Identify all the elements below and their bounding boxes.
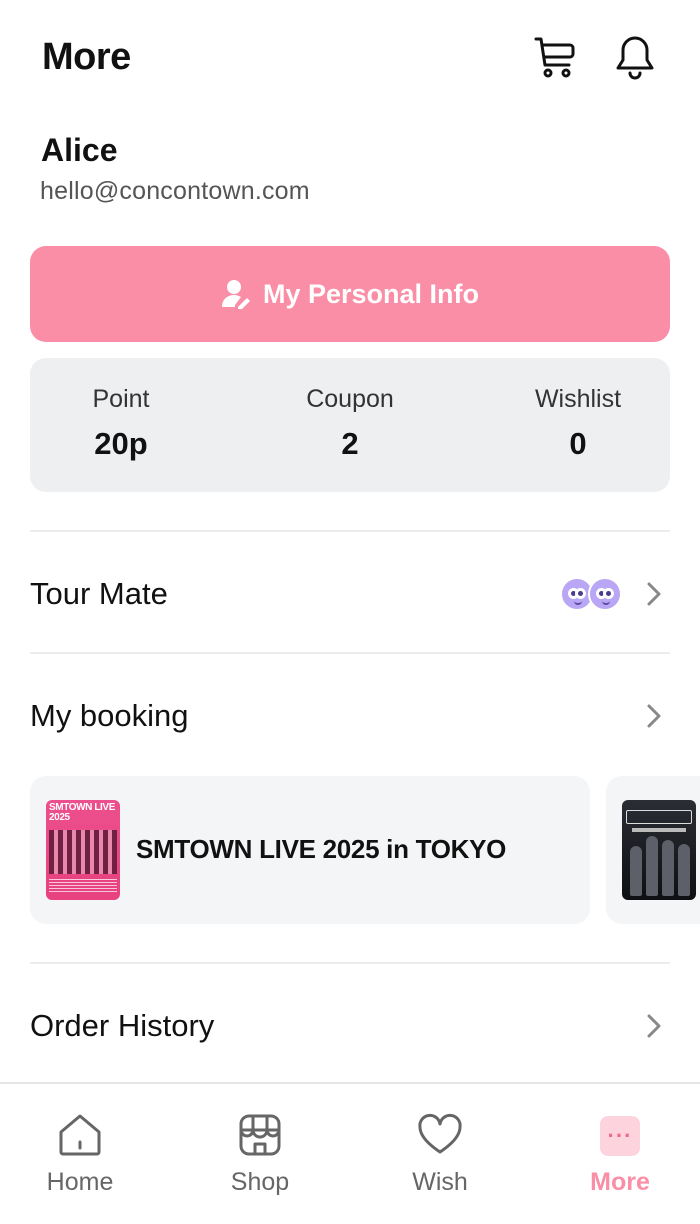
stat-coupon[interactable]: Coupon 2 — [250, 358, 450, 462]
nav-more[interactable]: ··· More — [550, 1084, 690, 1224]
nav-home[interactable]: Home — [10, 1084, 150, 1224]
divider — [30, 530, 670, 532]
more-icon: ··· — [600, 1116, 640, 1156]
stats-panel: Point 20p Coupon 2 Wishlist 0 — [30, 358, 670, 492]
order-history-label: Order History — [30, 1008, 215, 1043]
chevron-right-icon — [647, 582, 661, 606]
my-booking-row[interactable]: My booking — [30, 656, 670, 776]
cart-icon — [534, 37, 575, 78]
cart-button[interactable] — [530, 30, 580, 84]
shop-icon — [239, 1114, 281, 1156]
bell-icon — [616, 36, 654, 80]
divider — [30, 652, 670, 654]
tour-mate-row[interactable]: Tour Mate — [30, 534, 670, 654]
chevron-right-icon — [647, 1014, 661, 1038]
stat-label: Point — [92, 385, 150, 413]
nav-label: More — [590, 1168, 650, 1196]
booking-card[interactable]: SMTOWN LIVE 2025 SMTOWN LIVE 2025 in TOK… — [30, 776, 590, 924]
my-booking-label: My booking — [30, 698, 189, 733]
heart-icon — [418, 1113, 462, 1154]
stat-label: Wishlist — [534, 385, 622, 413]
stat-wishlist[interactable]: Wishlist 0 — [478, 358, 678, 462]
chevron-right-icon — [647, 704, 661, 728]
nav-shop[interactable]: Shop — [190, 1084, 330, 1224]
booking-title: SMTOWN LIVE 2025 in TOKYO — [136, 834, 507, 864]
nav-label: Shop — [230, 1168, 290, 1196]
user-email: hello@concontown.com — [40, 177, 310, 205]
my-personal-info-button[interactable]: My Personal Info — [30, 246, 670, 342]
page-title: More — [42, 36, 131, 78]
my-personal-info-label: My Personal Info — [262, 278, 480, 309]
home-icon — [59, 1114, 101, 1156]
tour-mate-label: Tour Mate — [30, 576, 168, 611]
nav-label: Home — [46, 1168, 114, 1196]
bottom-nav: Home Shop Wish ··· More — [0, 1082, 700, 1224]
stat-label: Coupon — [306, 385, 394, 413]
event-poster — [622, 800, 696, 900]
tour-mate-avatars — [560, 577, 622, 611]
nav-label: Wish — [412, 1168, 468, 1196]
stat-point[interactable]: Point 20p — [21, 358, 221, 462]
nav-wish[interactable]: Wish — [370, 1084, 510, 1224]
booking-card[interactable] — [606, 776, 700, 924]
order-history-row[interactable]: Order History — [30, 966, 670, 1086]
more-page: More Alice hello@concontown.com My Perso… — [0, 0, 700, 1224]
user-name: Alice — [41, 132, 118, 168]
notifications-button[interactable] — [610, 30, 660, 84]
divider — [30, 962, 670, 964]
poster-text: SMTOWN LIVE 2025 — [49, 802, 115, 823]
mate-avatar-icon — [588, 577, 622, 611]
event-poster: SMTOWN LIVE 2025 — [46, 800, 120, 900]
stat-value: 20p — [94, 426, 148, 461]
header: More — [0, 0, 700, 118]
stat-value: 2 — [341, 426, 359, 461]
stat-value: 0 — [569, 426, 587, 461]
person-edit-icon — [221, 280, 250, 309]
